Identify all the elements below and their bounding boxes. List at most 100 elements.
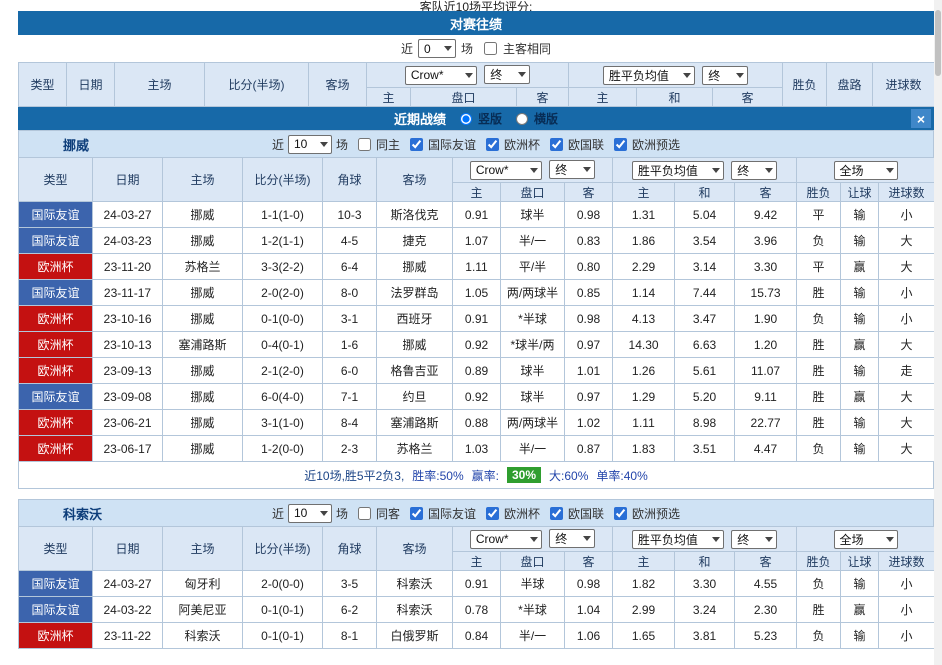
match-date: 24-03-23	[93, 228, 163, 254]
horizontal-layout-label: 横版	[534, 110, 558, 127]
final-odds-select[interactable]: 终	[484, 65, 530, 84]
final-mean-select[interactable]: 终	[731, 530, 777, 549]
result-handicap: 输	[841, 410, 879, 436]
vertical-layout-radio[interactable]	[460, 113, 472, 125]
mean-draw: 6.63	[675, 332, 735, 358]
chevron-down-icon	[683, 73, 691, 78]
odds-selects-cell: Crow* 终	[453, 527, 613, 552]
scrollbar	[934, 0, 942, 665]
result-handicap: 输	[841, 436, 879, 462]
final-value: 终	[555, 530, 567, 547]
final2-value: 终	[737, 531, 749, 548]
col-odds-line: 盘口	[501, 183, 565, 202]
league-checkbox-qualifiers[interactable]	[614, 138, 627, 151]
scrollbar-thumb[interactable]	[935, 10, 941, 76]
mean-away: 4.47	[735, 436, 797, 462]
final-odds-select[interactable]: 终	[549, 529, 595, 548]
league-checkbox-friendly[interactable]	[410, 507, 423, 520]
mean-away: 1.20	[735, 332, 797, 358]
away-team: 捷克	[377, 228, 453, 254]
team-name-norway: 挪威	[63, 135, 89, 154]
h2h-table: 类型 日期 主场 比分(半场) 客场 Crow* 终	[18, 62, 935, 107]
final-mean-select[interactable]: 终	[731, 161, 777, 180]
mean-draw: 3.30	[675, 571, 735, 597]
match-row: 国际友谊23-09-08挪威6-0(4-0)7-1约旦0.92球半0.971.2…	[19, 384, 935, 410]
chevron-down-icon	[886, 168, 894, 173]
horizontal-layout-radio[interactable]	[516, 113, 528, 125]
match-date: 23-10-16	[93, 306, 163, 332]
near-label: 近	[272, 136, 284, 153]
chevron-down-icon	[765, 168, 773, 173]
away-team: 格鲁吉亚	[377, 358, 453, 384]
handicap-line: 球半	[501, 202, 565, 228]
col-mean-away: 客	[735, 552, 797, 571]
match-row: 欧洲杯23-06-17挪威1-2(0-0)2-3苏格兰1.03半/一0.871.…	[19, 436, 935, 462]
final-odds-select[interactable]: 终	[549, 160, 595, 179]
home-team: 苏格兰	[163, 254, 243, 280]
match-row: 欧洲杯23-11-22科索沃0-1(0-1)8-1白俄罗斯0.84半/一1.06…	[19, 623, 935, 649]
league-checkbox-euro[interactable]	[486, 138, 499, 151]
bookmaker-select[interactable]: Crow*	[470, 161, 542, 180]
corners: 4-5	[323, 228, 377, 254]
match-date: 23-06-21	[93, 410, 163, 436]
chevron-down-icon	[530, 537, 538, 542]
kosovo-table: 类型 日期 主场 比分(半场) 角球 客场 Crow* 终	[18, 526, 935, 649]
home-team: 挪威	[163, 202, 243, 228]
league-checkbox-nations[interactable]	[550, 507, 563, 520]
league-label-qualifiers: 欧洲预选	[632, 136, 680, 153]
col-goals: 进球数	[879, 552, 935, 571]
scope-select[interactable]: 全场	[834, 530, 898, 549]
col-mean-draw: 和	[675, 183, 735, 202]
league-checkbox-friendly[interactable]	[410, 138, 423, 151]
result-goals: 大	[879, 332, 935, 358]
handicap-line: 平/半	[501, 254, 565, 280]
mean-draw: 5.20	[675, 384, 735, 410]
col-odds-line: 盘口	[411, 88, 517, 107]
h2h-count-value: 0	[424, 42, 431, 56]
col-odds-line: 盘口	[501, 552, 565, 571]
league-checkbox-nations[interactable]	[550, 138, 563, 151]
league-type-badge: 国际友谊	[19, 571, 93, 597]
odds-away: 1.01	[565, 358, 613, 384]
final-value: 终	[490, 66, 502, 83]
mean-away: 3.96	[735, 228, 797, 254]
mean-select[interactable]: 胜平负均值	[603, 66, 695, 85]
bookmaker-select[interactable]: Crow*	[405, 66, 477, 85]
same-home-away-checkbox[interactable]	[484, 42, 497, 55]
away-team: 科索沃	[377, 571, 453, 597]
chevron-down-icon	[465, 73, 473, 78]
mean-away: 1.90	[735, 306, 797, 332]
away-team: 塞浦路斯	[377, 410, 453, 436]
home-team: 挪威	[163, 384, 243, 410]
count-value: 10	[294, 506, 307, 520]
norway-count-select[interactable]: 10	[288, 135, 332, 154]
mean-select[interactable]: 胜平负均值	[632, 161, 724, 180]
result-wdl: 负	[797, 228, 841, 254]
page: 客队近10场平均评分: 对赛往绩 近 0 场 主客相同	[0, 0, 942, 665]
close-button[interactable]: ×	[911, 109, 931, 128]
col-result: 胜负	[783, 63, 827, 107]
mean-home: 1.83	[613, 436, 675, 462]
mean-draw: 8.98	[675, 410, 735, 436]
scope-select[interactable]: 全场	[834, 161, 898, 180]
chevron-down-icon	[712, 168, 720, 173]
col-handicap: 让球	[841, 183, 879, 202]
mean-draw: 3.24	[675, 597, 735, 623]
result-goals: 小	[879, 623, 935, 649]
mean-select[interactable]: 胜平负均值	[632, 530, 724, 549]
kosovo-count-select[interactable]: 10	[288, 504, 332, 523]
home-team: 塞浦路斯	[163, 332, 243, 358]
chevron-down-icon	[518, 72, 526, 77]
mean-value: 胜平负均值	[638, 162, 698, 179]
col-date: 日期	[67, 63, 115, 107]
final-mean-select[interactable]: 终	[702, 66, 748, 85]
league-checkbox-qualifiers[interactable]	[614, 507, 627, 520]
league-checkbox-euro[interactable]	[486, 507, 499, 520]
result-goals: 小	[879, 597, 935, 623]
col-corner: 角球	[323, 158, 377, 202]
h2h-count-select[interactable]: 0	[418, 39, 456, 58]
bookmaker-select[interactable]: Crow*	[470, 530, 542, 549]
same-home-checkbox[interactable]	[358, 138, 371, 151]
same-home-label: 同主	[376, 136, 400, 153]
same-away-checkbox[interactable]	[358, 507, 371, 520]
